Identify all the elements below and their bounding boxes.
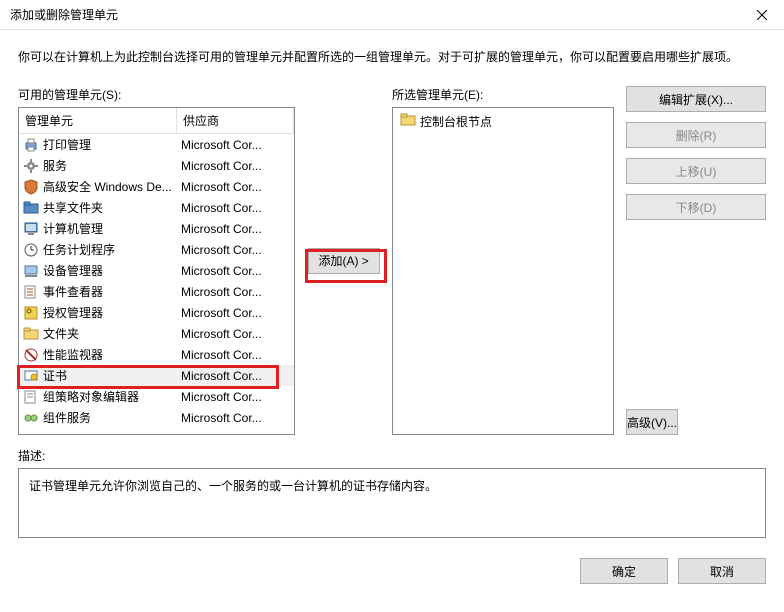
list-item[interactable]: 事件查看器Microsoft Cor... (19, 281, 294, 302)
folder-plain-icon (23, 326, 39, 342)
perf-icon (23, 347, 39, 363)
item-name: 组策略对象编辑器 (43, 388, 181, 405)
item-name: 事件查看器 (43, 283, 181, 300)
item-name: 服务 (43, 157, 181, 174)
item-name: 设备管理器 (43, 262, 181, 279)
list-item[interactable]: 证书Microsoft Cor... (19, 365, 294, 386)
available-label: 可用的管理单元(S): (18, 86, 295, 103)
item-vendor: Microsoft Cor... (181, 348, 290, 362)
printer-icon (23, 137, 39, 153)
item-name: 文件夹 (43, 325, 181, 342)
item-vendor: Microsoft Cor... (181, 159, 290, 173)
device-icon (23, 263, 39, 279)
item-vendor: Microsoft Cor... (181, 411, 290, 425)
item-vendor: Microsoft Cor... (181, 390, 290, 404)
list-header[interactable]: 管理单元 供应商 (19, 108, 294, 134)
item-vendor: Microsoft Cor... (181, 264, 290, 278)
cert-icon (23, 368, 39, 384)
shield-icon (23, 179, 39, 195)
column-name[interactable]: 管理单元 (19, 108, 177, 133)
add-button[interactable]: 添加(A) > (308, 248, 380, 274)
item-vendor: Microsoft Cor... (181, 243, 290, 257)
item-name: 组件服务 (43, 409, 181, 426)
description-label: 描述: (18, 447, 766, 464)
titlebar: 添加或删除管理单元 (0, 0, 784, 30)
list-item[interactable]: 高级安全 Windows De...Microsoft Cor... (19, 176, 294, 197)
item-vendor: Microsoft Cor... (181, 138, 290, 152)
clock-icon (23, 242, 39, 258)
move-down-button[interactable]: 下移(D) (626, 194, 766, 220)
move-up-button[interactable]: 上移(U) (626, 158, 766, 184)
list-item[interactable]: 性能监视器Microsoft Cor... (19, 344, 294, 365)
item-vendor: Microsoft Cor... (181, 369, 290, 383)
list-item[interactable]: 组策略对象编辑器Microsoft Cor... (19, 386, 294, 407)
list-item[interactable]: 组件服务Microsoft Cor... (19, 407, 294, 428)
list-item[interactable]: 授权管理器Microsoft Cor... (19, 302, 294, 323)
item-name: 证书 (43, 367, 181, 384)
item-name: 授权管理器 (43, 304, 181, 321)
item-vendor: Microsoft Cor... (181, 327, 290, 341)
item-name: 计算机管理 (43, 220, 181, 237)
list-item[interactable]: 服务Microsoft Cor... (19, 155, 294, 176)
list-item[interactable]: 文件夹Microsoft Cor... (19, 323, 294, 344)
remove-button[interactable]: 删除(R) (626, 122, 766, 148)
console-root-node[interactable]: 控制台根节点 (396, 111, 610, 131)
item-name: 共享文件夹 (43, 199, 181, 216)
computer-icon (23, 221, 39, 237)
edit-extensions-button[interactable]: 编辑扩展(X)... (626, 86, 766, 112)
item-vendor: Microsoft Cor... (181, 201, 290, 215)
item-name: 高级安全 Windows De... (43, 178, 181, 195)
intro-text: 你可以在计算机上为此控制台选择可用的管理单元并配置所选的一组管理单元。对于可扩展… (18, 48, 766, 66)
item-vendor: Microsoft Cor... (181, 306, 290, 320)
close-button[interactable] (739, 0, 784, 30)
item-name: 打印管理 (43, 136, 181, 153)
root-node-label: 控制台根节点 (420, 113, 492, 130)
item-vendor: Microsoft Cor... (181, 180, 290, 194)
list-item[interactable]: 任务计划程序Microsoft Cor... (19, 239, 294, 260)
advanced-button[interactable]: 高级(V)... (626, 409, 678, 435)
selected-snapins-tree[interactable]: 控制台根节点 (392, 107, 614, 435)
event-icon (23, 284, 39, 300)
list-item[interactable]: 打印管理Microsoft Cor... (19, 134, 294, 155)
description-text: 证书管理单元允许你浏览自己的、一个服务的或一台计算机的证书存储内容。 (29, 479, 437, 493)
list-item[interactable]: 设备管理器Microsoft Cor... (19, 260, 294, 281)
ok-button[interactable]: 确定 (580, 558, 668, 584)
item-name: 性能监视器 (43, 346, 181, 363)
selected-label: 所选管理单元(E): (392, 86, 614, 103)
gear-icon (23, 158, 39, 174)
list-item[interactable]: 共享文件夹Microsoft Cor... (19, 197, 294, 218)
cancel-button[interactable]: 取消 (678, 558, 766, 584)
item-name: 任务计划程序 (43, 241, 181, 258)
folder-icon (23, 200, 39, 216)
component-icon (23, 410, 39, 426)
folder-icon (400, 112, 416, 131)
item-vendor: Microsoft Cor... (181, 285, 290, 299)
window-title: 添加或删除管理单元 (10, 6, 118, 23)
policy-icon (23, 389, 39, 405)
description-box: 证书管理单元允许你浏览自己的、一个服务的或一台计算机的证书存储内容。 (18, 468, 766, 538)
available-snapins-list[interactable]: 管理单元 供应商 打印管理Microsoft Cor...服务Microsoft… (18, 107, 295, 435)
list-item[interactable]: 计算机管理Microsoft Cor... (19, 218, 294, 239)
close-icon (757, 10, 767, 20)
key-icon (23, 305, 39, 321)
item-vendor: Microsoft Cor... (181, 222, 290, 236)
column-vendor[interactable]: 供应商 (177, 108, 294, 133)
